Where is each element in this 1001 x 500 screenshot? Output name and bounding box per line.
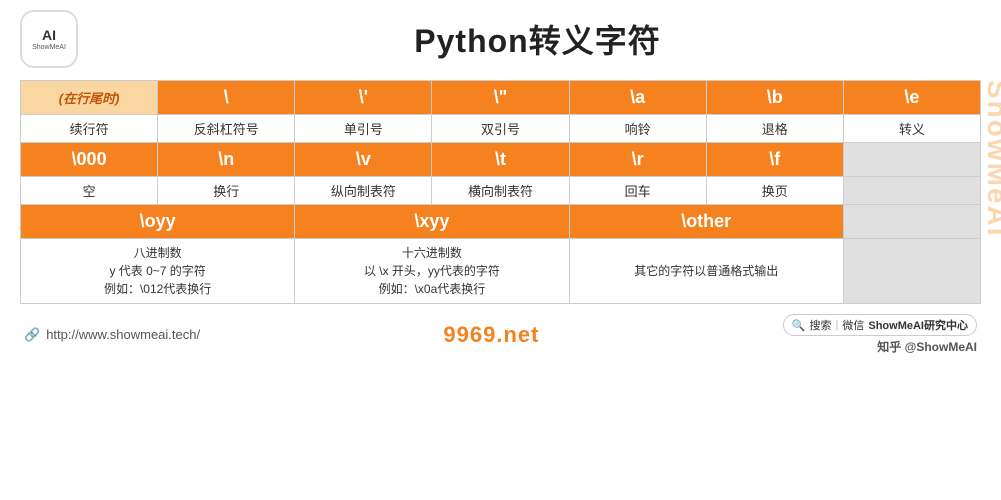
footer: 🔗 http://www.showmeai.tech/ 9969.net 🔍 搜… <box>20 314 981 355</box>
logo-brand-text: ShowMeAI <box>32 44 66 51</box>
table-cell: 续行符 <box>21 115 158 143</box>
footer-left: 🔗 http://www.showmeai.tech/ <box>24 327 200 343</box>
table-desc-other: 其它的字符以普通格式输出 <box>569 239 843 304</box>
table-cell: \e <box>843 81 980 115</box>
footer-right: 🔍 搜索 | 微信 ShowMeAI研究中心 知乎 @ShowMeAI <box>783 314 977 355</box>
table-cell <box>843 177 980 205</box>
table-cell: 空 <box>21 177 158 205</box>
table-cell: \' <box>295 81 432 115</box>
table-cell: 转义 <box>843 115 980 143</box>
table-cell: \r <box>569 143 706 177</box>
footer-zhihu: 知乎 @ShowMeAI <box>877 338 977 355</box>
table-cell <box>843 143 980 177</box>
table-cell: \v <box>295 143 432 177</box>
search-separator: | <box>836 319 839 331</box>
table-row-2: 续行符 反斜杠符号 单引号 双引号 响铃 退格 转义 <box>21 115 981 143</box>
table-cell: \n <box>158 143 295 177</box>
footer-center-text: 9969.net <box>443 322 539 348</box>
table-cell: 双引号 <box>432 115 569 143</box>
header: AI ShowMeAI Python转义字符 <box>20 10 981 68</box>
cell-special: (在行尾时) <box>21 81 158 115</box>
table-cell: \ <box>158 81 295 115</box>
table-row-4: 空 换行 纵向制表符 横向制表符 回车 换页 <box>21 177 981 205</box>
table-cell: \b <box>706 81 843 115</box>
table-cell: 响铃 <box>569 115 706 143</box>
search-bar[interactable]: 🔍 搜索 | 微信 ShowMeAI研究中心 <box>783 314 977 336</box>
page-wrapper: AI ShowMeAI Python转义字符 ShowMeAI (在行尾时) \… <box>0 0 1001 500</box>
table-cell: \a <box>569 81 706 115</box>
table-row-6: 八进制数 y 代表 0~7 的字符 例如：\012代表换行 十六进制数 以 \x… <box>21 239 981 304</box>
table-cell: 单引号 <box>295 115 432 143</box>
link-icon: 🔗 <box>24 327 40 343</box>
table-cell-empty2 <box>843 239 980 304</box>
search-label: 搜索 <box>810 317 832 333</box>
zhihu-prefix: 知乎 @ <box>877 340 916 354</box>
table-row-5: \oyy \xyy \other <box>21 205 981 239</box>
table-cell-empty <box>843 205 980 239</box>
logo: AI ShowMeAI <box>20 10 78 68</box>
table-cell: \t <box>432 143 569 177</box>
table-cell: 纵向制表符 <box>295 177 432 205</box>
table-cell: 换行 <box>158 177 295 205</box>
zhihu-brand: ShowMeAI <box>916 340 977 354</box>
table-cell: 退格 <box>706 115 843 143</box>
search-brand: ShowMeAI研究中心 <box>868 317 968 333</box>
table-row-1: (在行尾时) \ \' \" \a \b \e <box>21 81 981 115</box>
table-cell: 横向制表符 <box>432 177 569 205</box>
logo-ai-text: AI <box>42 28 56 42</box>
table-cell: \f <box>706 143 843 177</box>
page-title: Python转义字符 <box>94 16 981 62</box>
table-cell-other: \other <box>569 205 843 239</box>
table-cell: 换页 <box>706 177 843 205</box>
search-icon: 🔍 <box>792 319 806 332</box>
table-desc-hex: 十六进制数 以 \x 开头，yy代表的字符 例如：\x0a代表换行 <box>295 239 569 304</box>
search-weixin: 微信 <box>842 317 864 333</box>
table-cell: 反斜杠符号 <box>158 115 295 143</box>
table-desc-octal: 八进制数 y 代表 0~7 的字符 例如：\012代表换行 <box>21 239 295 304</box>
escape-table: (在行尾时) \ \' \" \a \b \e 续行符 反斜杠符号 单引号 双引… <box>20 80 981 304</box>
table-cell: \000 <box>21 143 158 177</box>
table-cell-xyy: \xyy <box>295 205 569 239</box>
table-row-3: \000 \n \v \t \r \f <box>21 143 981 177</box>
table-cell: \" <box>432 81 569 115</box>
footer-url[interactable]: http://www.showmeai.tech/ <box>46 327 200 342</box>
table-cell-oyy: \oyy <box>21 205 295 239</box>
table-cell: 回车 <box>569 177 706 205</box>
